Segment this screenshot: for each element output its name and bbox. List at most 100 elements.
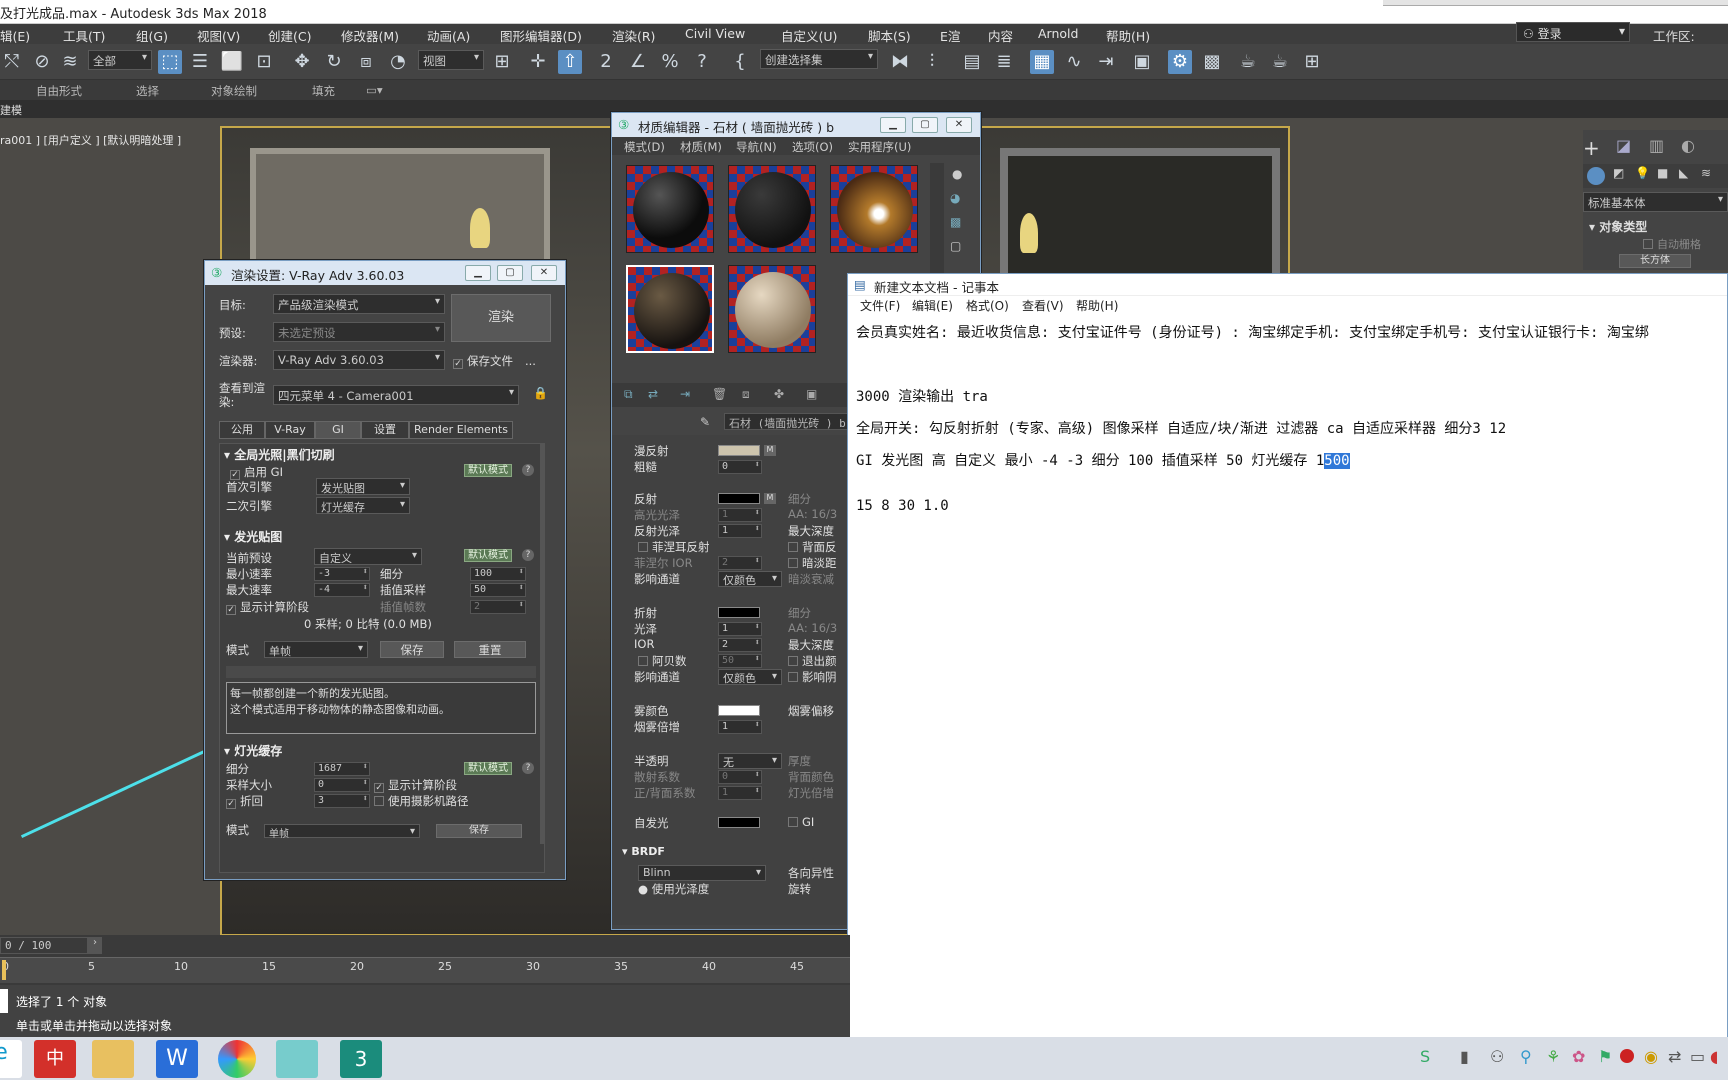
secondary-engine-dropdown[interactable]: 灯光缓存 xyxy=(316,497,410,514)
sample-type-icon[interactable]: ● xyxy=(952,167,962,181)
snap-icon[interactable]: 2 xyxy=(594,50,618,74)
affect-channels-dropdown-2[interactable]: 仅颜色 xyxy=(718,669,782,685)
align-icon[interactable]: ⫶ xyxy=(920,50,944,74)
geometry-icon[interactable] xyxy=(1587,167,1605,185)
3dsmax-taskbar-icon[interactable]: 3 xyxy=(340,1040,382,1078)
lc-mode-dropdown[interactable]: 单帧 xyxy=(264,824,420,840)
scatter-spinner[interactable]: 0 xyxy=(718,770,762,784)
network-icon[interactable]: ▭ xyxy=(1690,1047,1705,1066)
lights-icon[interactable]: 💡 xyxy=(1635,166,1650,180)
interp-samples-spinner[interactable]: 50 xyxy=(470,583,526,597)
lc-default-mode-button[interactable]: 默认模式 xyxy=(464,762,512,775)
menu-format[interactable]: 格式(O) xyxy=(966,297,1009,314)
eyedropper-icon[interactable]: ✎ xyxy=(700,415,710,429)
scrollbar[interactable] xyxy=(540,444,544,844)
menu-civil-view[interactable]: Civil View xyxy=(685,26,745,41)
bind-spacewarp-icon[interactable]: ≋ xyxy=(58,50,82,74)
ribbon-tab-object-paint[interactable]: 对象绘制 xyxy=(211,83,257,99)
gi-rollout-header[interactable]: ▾ 全局光照|黑们切刷 xyxy=(224,446,335,463)
renderer-dropdown[interactable]: V-Ray Adv 3.60.03 xyxy=(273,350,445,370)
lc-subdivs-spinner[interactable]: 1687 xyxy=(314,762,370,776)
rotate-icon[interactable]: ↻ xyxy=(322,50,346,74)
refract-swatch[interactable] xyxy=(718,607,760,618)
rect-selection-icon[interactable]: ⬜ xyxy=(220,50,244,74)
brdf-dropdown[interactable]: Blinn xyxy=(638,865,766,881)
max-rate-spinner[interactable]: -4 xyxy=(314,583,370,597)
self-illum-swatch[interactable] xyxy=(718,817,760,828)
ribbon-tab-freeform[interactable]: 自由形式 xyxy=(36,83,82,99)
text-line-2[interactable]: 3000 渲染输出 tra xyxy=(856,386,988,406)
exit-color-checkbox[interactable]: 退出颜 xyxy=(788,653,837,669)
lc-sample-size-spinner[interactable]: 0 xyxy=(314,778,370,792)
render-button[interactable]: 渲染 xyxy=(451,294,551,342)
keyboard-shortcut-icon[interactable]: ⇧ xyxy=(558,50,582,74)
time-slider[interactable]: 0 / 100 xyxy=(0,937,88,954)
material-slot[interactable] xyxy=(830,165,918,253)
menu-file[interactable]: 文件(F) xyxy=(860,297,900,314)
tab-gi[interactable]: GI xyxy=(315,421,361,439)
diffuse-swatch[interactable] xyxy=(718,445,760,456)
select-by-name-icon[interactable]: ☰ xyxy=(188,50,212,74)
tray-icon[interactable]: ▮ xyxy=(1460,1047,1469,1066)
irradiance-reset-button[interactable]: 重置 xyxy=(454,641,526,658)
menu-view[interactable]: 查看(V) xyxy=(1022,297,1064,314)
menu-views[interactable]: 视图(V) xyxy=(197,26,240,45)
selection-filter-dropdown[interactable]: 全部 xyxy=(88,50,152,70)
brdf-rollout-header[interactable]: ▾ BRDF xyxy=(622,845,665,858)
help-icon[interactable]: ? xyxy=(522,549,534,561)
ribbon-toggle-icon[interactable]: ▦ xyxy=(1030,50,1054,74)
app-red-icon[interactable]: 中 xyxy=(34,1040,76,1078)
menu-edit[interactable]: 编辑(E) xyxy=(912,297,953,314)
put-to-library-icon[interactable]: ▣ xyxy=(806,387,817,401)
tray-icon[interactable]: ◉ xyxy=(1644,1047,1658,1066)
irradiance-save-button[interactable]: 保存 xyxy=(380,641,444,658)
lc-camera-path-checkbox[interactable]: 使用摄影机路径 xyxy=(374,793,469,809)
fresnel-checkbox[interactable]: 菲涅耳反射 xyxy=(638,539,710,555)
tab-vray[interactable]: V-Ray xyxy=(265,421,315,439)
front-back-spinner[interactable]: 1 xyxy=(718,786,762,800)
spinner-snap-icon[interactable]: ? xyxy=(690,50,714,74)
render-setup-titlebar[interactable]: ③ 渲染设置: V-Ray Adv 3.60.03 ▁ ▢ ✕ xyxy=(205,261,565,285)
use-gloss-radio[interactable]: ● 使用光泽度 xyxy=(638,881,709,897)
menu-create[interactable]: 创建(C) xyxy=(268,26,311,45)
view-to-render-dropdown[interactable]: 四元菜单 4 - Camera001 xyxy=(273,385,519,405)
layer-explorer-icon[interactable]: ▤ xyxy=(960,50,984,74)
lc-bounce-checkbox[interactable]: ✓ 折回 xyxy=(226,793,263,809)
ribbon-tab-populate[interactable]: 填充 xyxy=(312,83,335,99)
affect-channels-dropdown[interactable]: 仅颜色 xyxy=(718,571,782,587)
spacewarps-icon[interactable]: ≋ xyxy=(1701,166,1711,180)
menu-erender[interactable]: E渲 xyxy=(940,26,960,45)
link-icon[interactable]: ⤲ xyxy=(0,50,24,74)
menu-scripting[interactable]: 脚本(S) xyxy=(868,26,911,45)
tray-icon[interactable]: ⇄ xyxy=(1668,1047,1681,1066)
edit-named-sel-icon[interactable]: { xyxy=(728,50,752,74)
translucency-dropdown[interactable]: 无 xyxy=(718,753,782,769)
menu-graph-editors[interactable]: 图形编辑器(D) xyxy=(500,26,582,45)
tray-icon[interactable]: ⚘ xyxy=(1546,1047,1560,1066)
preset-dropdown[interactable]: 未选定预设 xyxy=(273,322,445,342)
shapes-icon[interactable]: ◩ xyxy=(1613,166,1624,180)
help-icon[interactable]: ? xyxy=(522,464,534,476)
named-selection-dropdown[interactable]: 创建选择集 xyxy=(760,49,878,69)
lc-save-button[interactable]: 保存 xyxy=(436,824,522,838)
reflect-swatch[interactable] xyxy=(718,493,760,504)
irradiance-rollout-header[interactable]: ▾ 发光贴图 xyxy=(224,528,282,545)
select-object-icon[interactable]: ⬚ xyxy=(158,50,182,74)
box-button[interactable]: 长方体 xyxy=(1619,254,1691,268)
maximize-button[interactable]: ▢ xyxy=(497,265,523,281)
text-line-3[interactable]: 全局开关: 勾反射折射 (专家、高级) 图像采样 自适应/块/渐进 过滤器 ca… xyxy=(856,418,1506,438)
minimize-button[interactable]: ▁ xyxy=(465,265,491,281)
affect-shadow-checkbox[interactable]: 影响阴 xyxy=(788,669,837,685)
ribbon-tab-selection[interactable]: 选择 xyxy=(136,83,159,99)
lc-bounce-spinner[interactable]: 3 xyxy=(314,794,370,808)
material-slot[interactable] xyxy=(728,265,816,353)
browser-icon[interactable]: e xyxy=(0,1040,22,1078)
notepad-titlebar[interactable]: ▤ 新建文本文档 - 记事本 xyxy=(848,274,1727,296)
light-cache-rollout-header[interactable]: ▾ 灯光缓存 xyxy=(224,742,282,759)
material-editor-titlebar[interactable]: ③ 材质编辑器 - 石材 ( 墙面抛光砖 ) b ▁ ▢ ✕ xyxy=(612,113,980,137)
track-bar[interactable]: 0 5 10 15 20 25 30 35 40 45 xyxy=(0,957,850,983)
diffuse-map-button[interactable]: M xyxy=(764,445,776,456)
tab-settings[interactable]: 设置 xyxy=(361,421,409,439)
menu-utilities[interactable]: 实用程序(U) xyxy=(848,139,911,155)
minimize-button[interactable]: ▁ xyxy=(880,117,906,133)
